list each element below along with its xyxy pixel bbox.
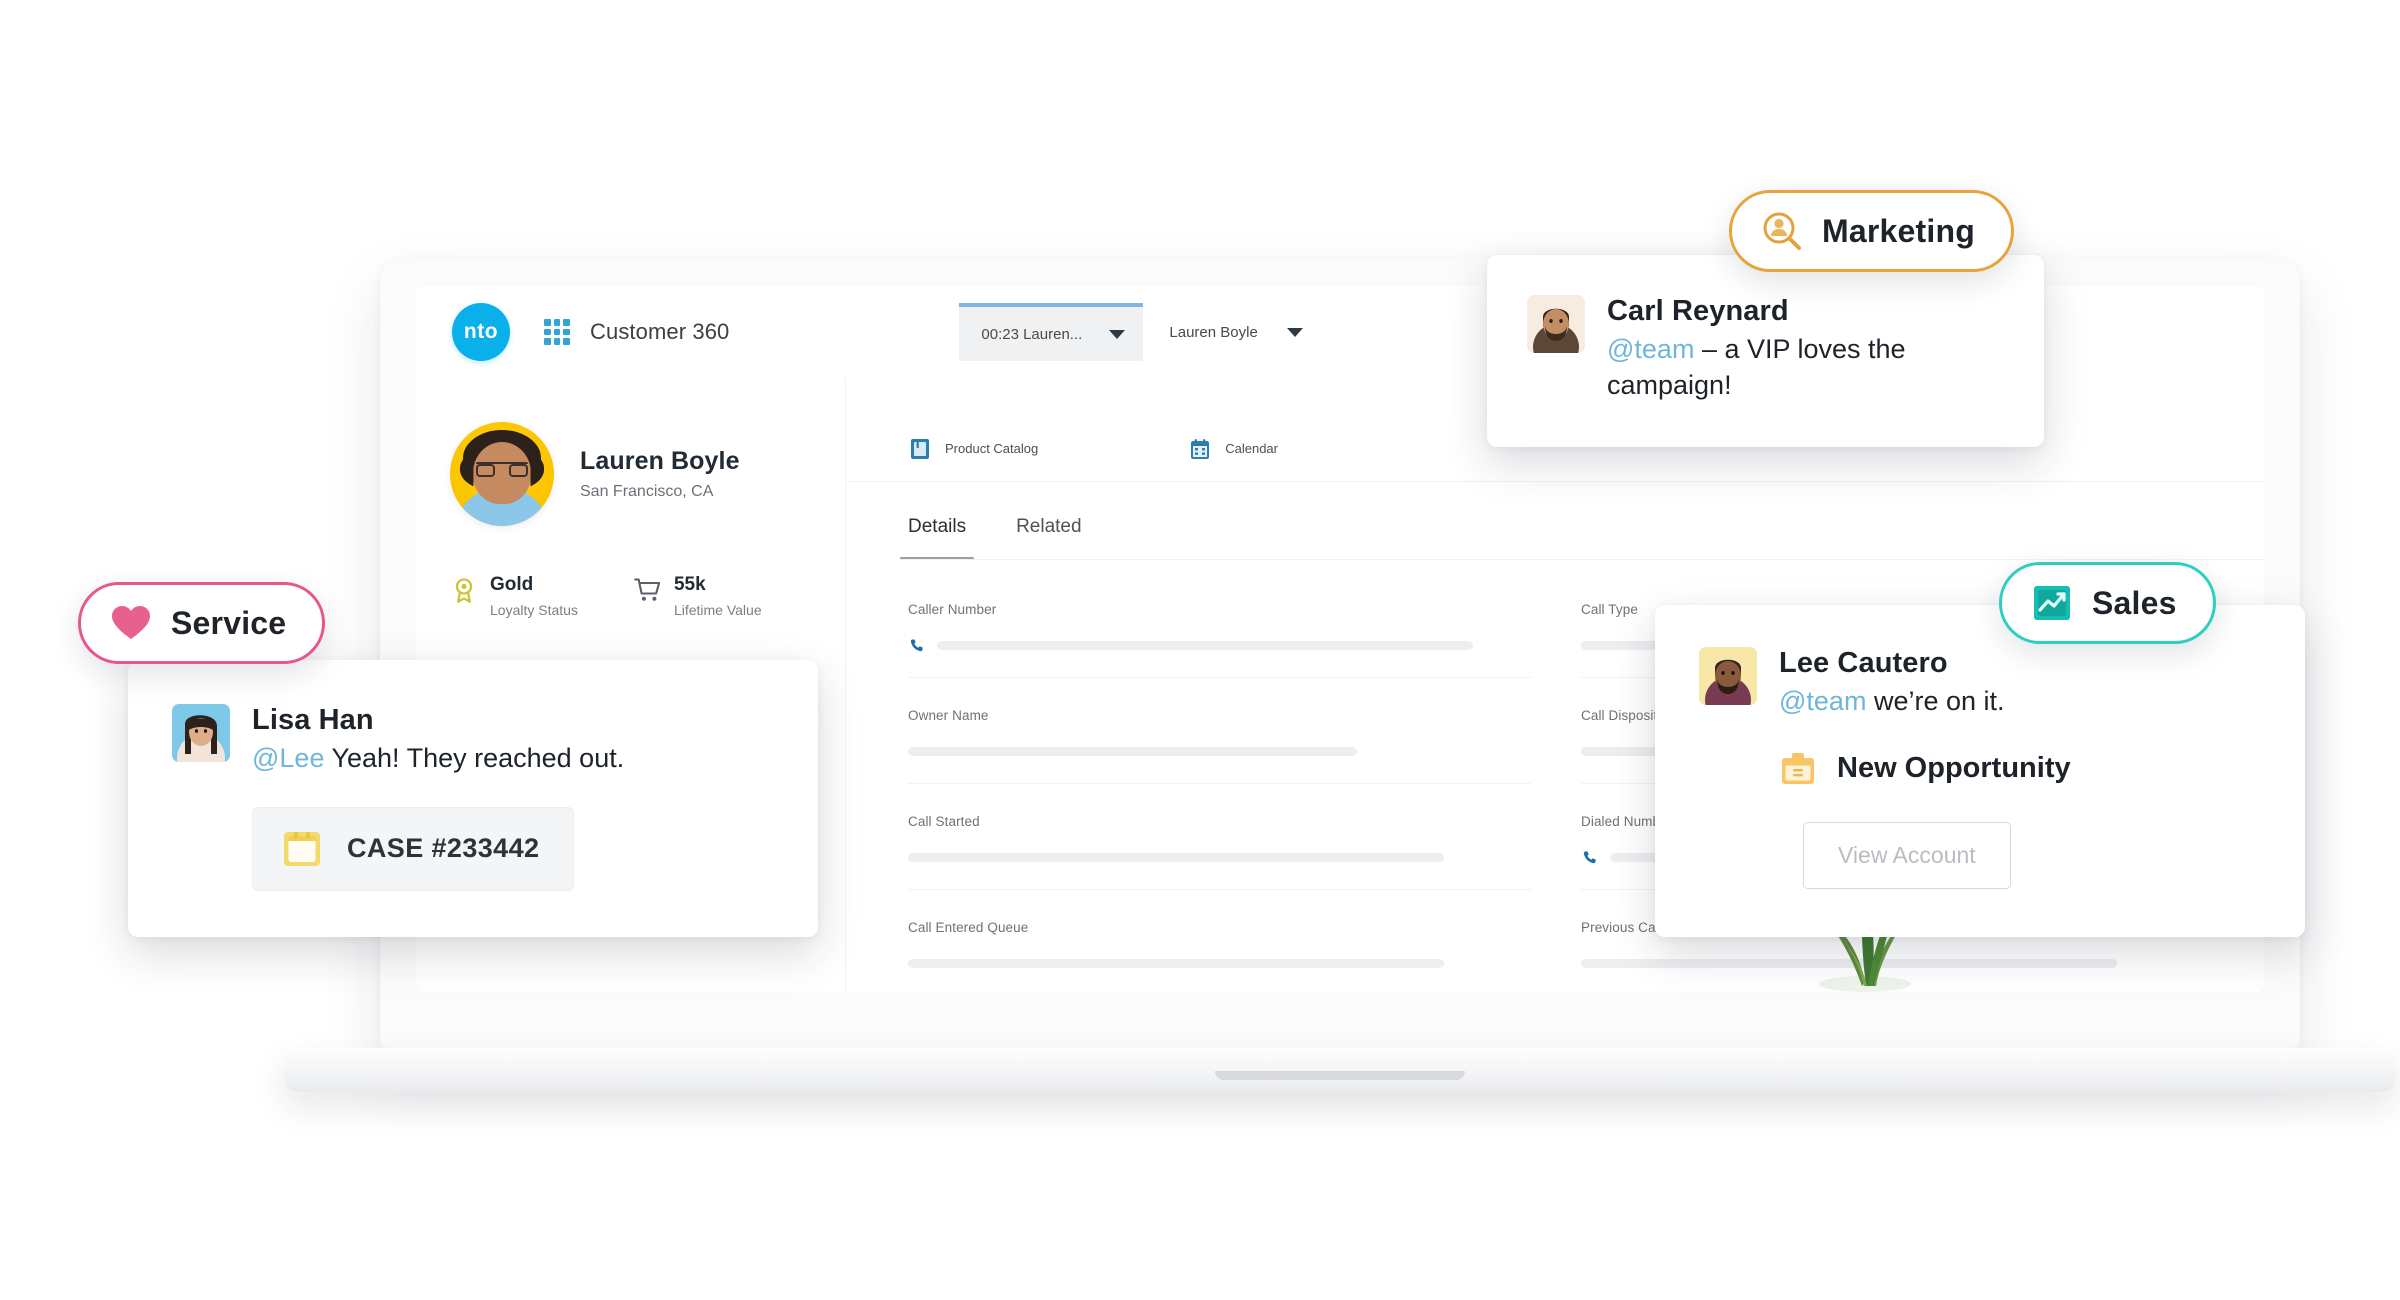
carl-reynard-avatar	[1527, 295, 1585, 353]
new-opportunity-row[interactable]: New Opportunity	[1779, 750, 2265, 788]
lisa-han-avatar	[172, 704, 230, 762]
loyalty-status-label: Loyalty Status	[490, 602, 578, 618]
field-owner-name: Owner Name	[908, 708, 1531, 814]
badge-marketing-label: Marketing	[1822, 212, 1975, 249]
card-sales-name: Lee Cautero	[1779, 647, 1948, 679]
field-caller-number: Caller Number	[908, 602, 1531, 708]
badge-service-label: Service	[171, 604, 287, 641]
heart-icon	[109, 601, 153, 645]
chevron-down-icon	[1287, 327, 1304, 337]
lee-cautero-avatar	[1699, 647, 1757, 705]
user-context-label: Lauren Boyle	[1169, 323, 1258, 341]
field-caller-number-value[interactable]	[937, 640, 1473, 650]
lifetime-value-value: 55k	[673, 574, 706, 595]
active-call-dropdown[interactable]: 00:23 Lauren...	[959, 303, 1144, 361]
customer-name: Lauren Boyle	[580, 447, 740, 475]
tab-details[interactable]: Details	[899, 516, 975, 560]
field-divider	[908, 889, 1531, 890]
laptop-notch	[1215, 1071, 1465, 1080]
tabs-divider	[900, 559, 2264, 560]
field-call-entered-queue-value[interactable]	[908, 958, 1444, 968]
card-service-body: Yeah! They reached out.	[324, 743, 625, 774]
user-context-dropdown[interactable]: Lauren Boyle	[1143, 303, 1323, 361]
customer-avatar	[450, 422, 554, 526]
active-call-label: 00:23 Lauren...	[981, 325, 1083, 343]
view-account-button[interactable]: View Account	[1803, 821, 2011, 889]
loyalty-status-value: Gold	[490, 574, 534, 595]
badge-sales[interactable]: Sales	[1999, 562, 2216, 644]
customer-stats: Gold Loyalty Status 55k Lifetime Value	[450, 574, 845, 618]
field-call-started-label: Call Started	[908, 814, 980, 829]
lifetime-value-label: Lifetime Value	[673, 602, 762, 618]
field-call-started-value[interactable]	[908, 852, 1444, 862]
field-call-entered-queue-label: Call Entered Queue	[908, 920, 1029, 935]
phone-icon	[908, 637, 925, 654]
card-marketing-name: Carl Reynard	[1607, 295, 1789, 327]
badge-marketing[interactable]: Marketing	[1729, 190, 2014, 272]
card-marketing-message: Carl Reynard @team – a VIP loves the cam…	[1487, 255, 2044, 447]
field-call-entered-queue: Call Entered Queue	[908, 920, 1531, 992]
card-sales-message: Lee Cautero @team we’re on it. New Oppor…	[1655, 605, 2305, 937]
profile-header: Lauren Boyle San Francisco, CA	[450, 422, 845, 526]
field-divider	[908, 677, 1531, 678]
mention-lee[interactable]: @Lee	[252, 743, 324, 773]
product-catalog-icon	[908, 437, 932, 461]
quick-link-product-catalog[interactable]: Product Catalog	[908, 416, 1038, 481]
topbar-right-group: 00:23 Lauren... Lauren Boyle	[959, 303, 1323, 361]
stat-loyalty-status: Gold Loyalty Status	[450, 574, 578, 618]
briefcase-icon	[1779, 750, 1817, 788]
app-launcher-grid-icon[interactable]	[544, 319, 570, 345]
app-name: Customer 360	[590, 319, 730, 344]
quick-link-calendar[interactable]: Calendar	[1188, 416, 1278, 481]
field-owner-name-value[interactable]	[908, 746, 1357, 756]
mention-team[interactable]: @team	[1607, 334, 1694, 364]
field-owner-name-label: Owner Name	[908, 708, 989, 723]
tab-related[interactable]: Related	[1016, 516, 1082, 560]
customer-location: San Francisco, CA	[580, 483, 714, 500]
chart-trend-icon	[2030, 581, 2074, 625]
field-divider	[908, 783, 1531, 784]
phone-icon	[1581, 849, 1598, 866]
mention-team[interactable]: @team	[1779, 686, 1866, 716]
loyalty-badge-icon	[450, 576, 478, 604]
case-chip-label: CASE #233442	[347, 833, 540, 864]
shopping-cart-icon	[634, 576, 662, 604]
person-search-icon	[1760, 209, 1804, 253]
field-call-started: Call Started	[908, 814, 1531, 920]
new-opportunity-label: New Opportunity	[1837, 752, 2071, 785]
card-service-message: Lisa Han @Lee Yeah! They reached out. CA…	[128, 660, 818, 937]
quick-link-calendar-label: Calendar	[1225, 441, 1278, 456]
card-sales-body: we’re on it.	[1866, 686, 2005, 717]
card-service-message-text: @Lee Yeah! They reached out.	[252, 741, 624, 776]
badge-sales-label: Sales	[2092, 584, 2177, 621]
profile-name-block: Lauren Boyle San Francisco, CA	[580, 447, 740, 501]
field-caller-number-label: Caller Number	[908, 602, 997, 617]
chevron-down-icon	[1109, 329, 1126, 339]
quick-link-product-catalog-label: Product Catalog	[945, 441, 1039, 456]
case-chip[interactable]: CASE #233442	[252, 806, 575, 891]
card-marketing-message-text: @team – a VIP loves the campaign!	[1607, 332, 2010, 402]
detail-tabs: Details Related	[846, 482, 2264, 560]
card-service-name: Lisa Han	[252, 704, 374, 736]
nto-logo[interactable]: nto	[452, 303, 510, 361]
stat-lifetime-value: 55k Lifetime Value	[634, 574, 762, 618]
calendar-icon	[1188, 437, 1212, 461]
badge-service[interactable]: Service	[78, 582, 326, 664]
case-folder-icon	[279, 826, 325, 872]
card-sales-message-text: @team we’re on it.	[1779, 684, 2005, 719]
laptop-base	[284, 1048, 2396, 1092]
